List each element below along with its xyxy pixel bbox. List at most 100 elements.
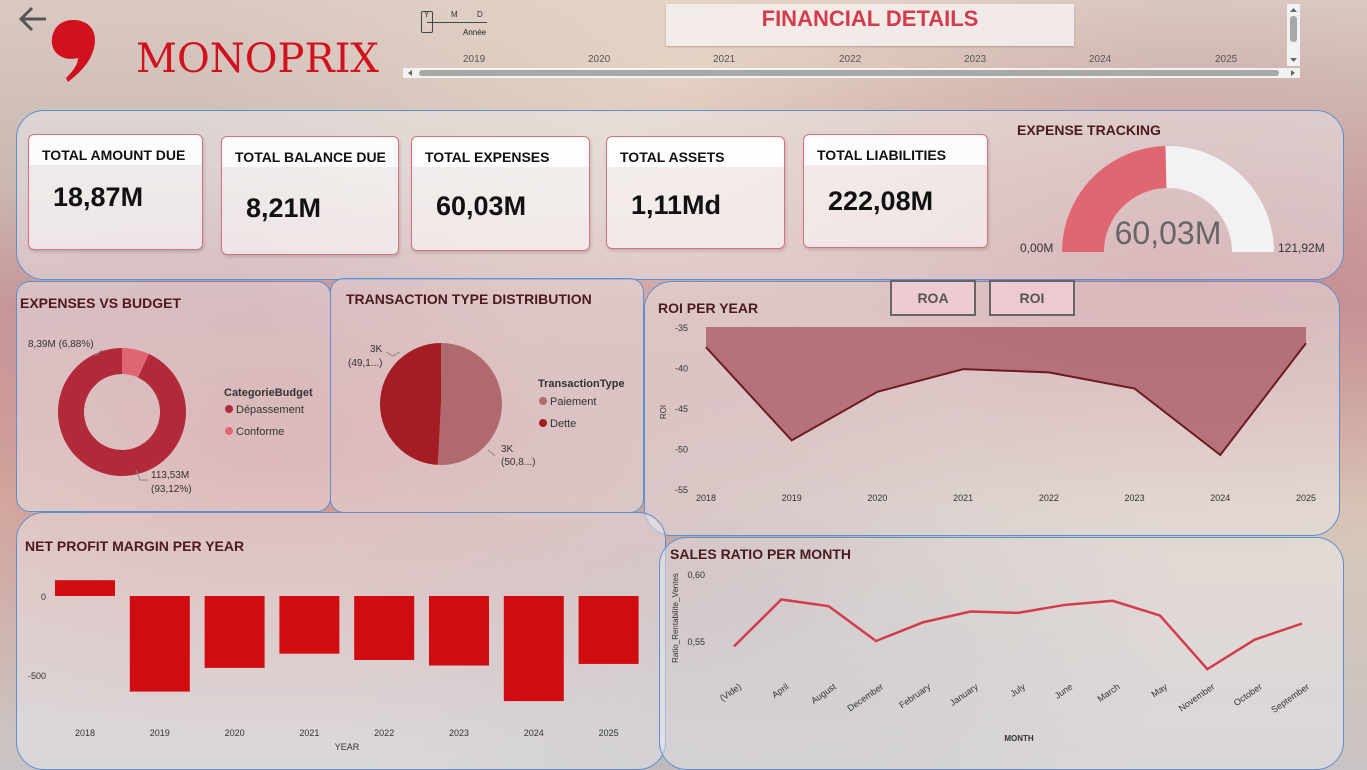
legend-item-dette[interactable]: Dette — [550, 418, 576, 430]
net-profit-bar-chart[interactable]: YEAR 0 -500 2018 2019 2020 2021 2022 2023 2024 20… — [16, 560, 664, 760]
timeline-year[interactable]: 2025 — [1215, 54, 1237, 65]
gauge-min: 0,00M — [1020, 241, 1053, 255]
legend-item-conforme[interactable]: Conforme — [236, 426, 284, 438]
timeline-slicer[interactable]: Y M D Année FINANCIAL DETAILS 2019 2020 … — [403, 4, 1300, 78]
sales-y-axis-title: Ratio_Rentabilite_Ventes — [671, 573, 680, 663]
legend-title: TransactionType — [538, 378, 625, 390]
sales-x-axis-title: MONTH — [1004, 734, 1034, 743]
pie-slice-dette[interactable] — [380, 343, 441, 465]
granularity-year[interactable]: Y — [424, 10, 429, 19]
npm-x-tick: 2019 — [150, 728, 170, 738]
vertical-scroll-thumb[interactable] — [1290, 16, 1297, 42]
npm-x-axis-title: YEAR — [335, 742, 360, 752]
scroll-up-icon[interactable] — [1289, 6, 1298, 14]
sales-x-tick: April — [770, 681, 790, 700]
npm-y-tick: -500 — [28, 671, 46, 681]
roi-y-tick: -45 — [675, 404, 688, 414]
roi-x-tick: 2021 — [953, 493, 973, 503]
timeline-year[interactable]: 2020 — [588, 54, 610, 65]
page-title: FINANCIAL DETAILS — [761, 6, 979, 31]
npm-bar[interactable] — [129, 596, 190, 692]
npm-bar[interactable] — [429, 596, 489, 666]
legend-marker-conforme — [225, 427, 233, 435]
timeline-year[interactable]: 2021 — [713, 54, 735, 65]
npm-bar[interactable] — [204, 596, 265, 668]
npm-bar[interactable] — [354, 596, 415, 660]
timeline-year[interactable]: 2019 — [463, 54, 485, 65]
npm-bar[interactable] — [578, 596, 639, 664]
sales-x-tick: February — [897, 681, 933, 710]
legend-marker-paiement — [539, 397, 547, 405]
roi-x-tick: 2018 — [696, 493, 716, 503]
pie-label-left: 3K — [370, 344, 383, 355]
sales-x-tick: January — [948, 681, 980, 708]
gauge-value: 60,03M — [1115, 215, 1222, 251]
kpi-card-total-liabilities: TOTAL LIABILITIES 222,08M — [803, 134, 988, 248]
kpi-value: 60,03M — [436, 191, 527, 221]
sales-x-tick: November — [1177, 681, 1217, 713]
donut-label-small: 8,39M (6,88%) — [28, 339, 94, 350]
back-arrow-icon[interactable] — [16, 4, 50, 34]
scroll-right-icon[interactable] — [1289, 69, 1297, 77]
sales-x-tick: September — [1269, 681, 1311, 714]
transaction-pie-chart[interactable]: 3K (49,1...) 3K (50,8...) TransactionTyp… — [330, 320, 642, 506]
kpi-card-total-amount-due: TOTAL AMOUNT DUE 18,87M — [28, 134, 203, 250]
npm-bar[interactable] — [55, 580, 115, 596]
sales-x-tick: (Vide) — [718, 681, 743, 703]
pie-slice-paiement[interactable] — [437, 343, 503, 465]
expenses-donut-chart[interactable]: 8,39M (6,88%) 113,53M (93,12%) Categorie… — [16, 320, 329, 506]
kpi-value: 8,21M — [246, 193, 322, 223]
legend-title: CategorieBudget — [224, 387, 313, 399]
kpi-title: TOTAL AMOUNT DUE — [29, 135, 202, 165]
legend-marker-dette — [539, 419, 547, 427]
transaction-type-title: TRANSACTION TYPE DISTRIBUTION — [346, 291, 592, 307]
npm-bar[interactable] — [503, 596, 564, 702]
timeline-vertical-scrollbar[interactable] — [1287, 4, 1300, 66]
timeline-years: 2019 2020 2021 2022 2023 2024 2025 — [403, 54, 1283, 66]
timeline-scrollbar[interactable] — [403, 68, 1300, 78]
sales-ratio-line-chart[interactable]: Ratio_Rentabilite_Ventes MONTH 0,60 0,55 (… — [659, 560, 1342, 760]
timeline-year[interactable]: 2022 — [839, 54, 861, 65]
legend-item-paiement[interactable]: Paiement — [550, 396, 596, 408]
roi-area-chart[interactable]: ROI -35 -40 -45 -50 -55 2018 2019 2020 2021 2022 2… — [644, 315, 1338, 515]
sales-y-tick: 0,55 — [687, 637, 705, 647]
npm-bar[interactable] — [279, 596, 340, 654]
gauge-max: 121,92M — [1278, 241, 1325, 255]
roa-button[interactable]: ROA — [890, 280, 976, 316]
timeline-year[interactable]: 2024 — [1089, 54, 1111, 65]
legend-marker-depassement — [225, 405, 233, 413]
granularity-label: Année — [463, 28, 487, 37]
granularity-day[interactable]: D — [477, 10, 483, 19]
sales-x-tick: August — [809, 681, 838, 706]
granularity-month[interactable]: M — [451, 10, 458, 19]
roi-y-tick: -40 — [675, 364, 688, 374]
sales-y-tick: 0,60 — [687, 570, 705, 580]
pie-label-right-pct: (50,8...) — [501, 457, 535, 468]
sales-x-tick: December — [845, 681, 885, 713]
roi-x-tick: 2024 — [1210, 493, 1230, 503]
kpi-value: 222,08M — [828, 186, 934, 216]
npm-x-tick: 2020 — [225, 728, 245, 738]
sales-x-tick: July — [1008, 681, 1027, 699]
timeline-year[interactable]: 2023 — [964, 54, 986, 65]
donut-label-large-pct: (93,12%) — [151, 484, 192, 495]
roi-title: ROI PER YEAR — [658, 300, 759, 316]
expense-gauge[interactable]: 60,03M 0,00M 121,92M — [1010, 140, 1350, 264]
sales-x-tick: June — [1053, 681, 1075, 700]
pie-label-left-pct: (49,1...) — [348, 358, 382, 369]
scroll-down-icon[interactable] — [1289, 56, 1298, 64]
legend-item-depassement[interactable]: Dépassement — [236, 404, 304, 416]
label-leader-line — [385, 351, 401, 357]
roi-x-tick: 2023 — [1125, 493, 1145, 503]
gauge-title: EXPENSE TRACKING — [1017, 122, 1161, 138]
expenses-vs-budget-title: EXPENSES VS BUDGET — [20, 295, 182, 311]
timeline-scroll-thumb[interactable] — [419, 70, 1279, 76]
npm-x-tick: 2021 — [299, 728, 319, 738]
sales-x-tick: March — [1096, 681, 1122, 704]
npm-x-tick: 2025 — [599, 728, 619, 738]
kpi-title: TOTAL BALANCE DUE — [222, 137, 398, 167]
roi-button[interactable]: ROI — [989, 280, 1075, 316]
scroll-left-icon[interactable] — [406, 69, 414, 77]
donut-label-large: 113,53M — [151, 470, 189, 481]
roi-y-tick: -50 — [675, 445, 688, 455]
